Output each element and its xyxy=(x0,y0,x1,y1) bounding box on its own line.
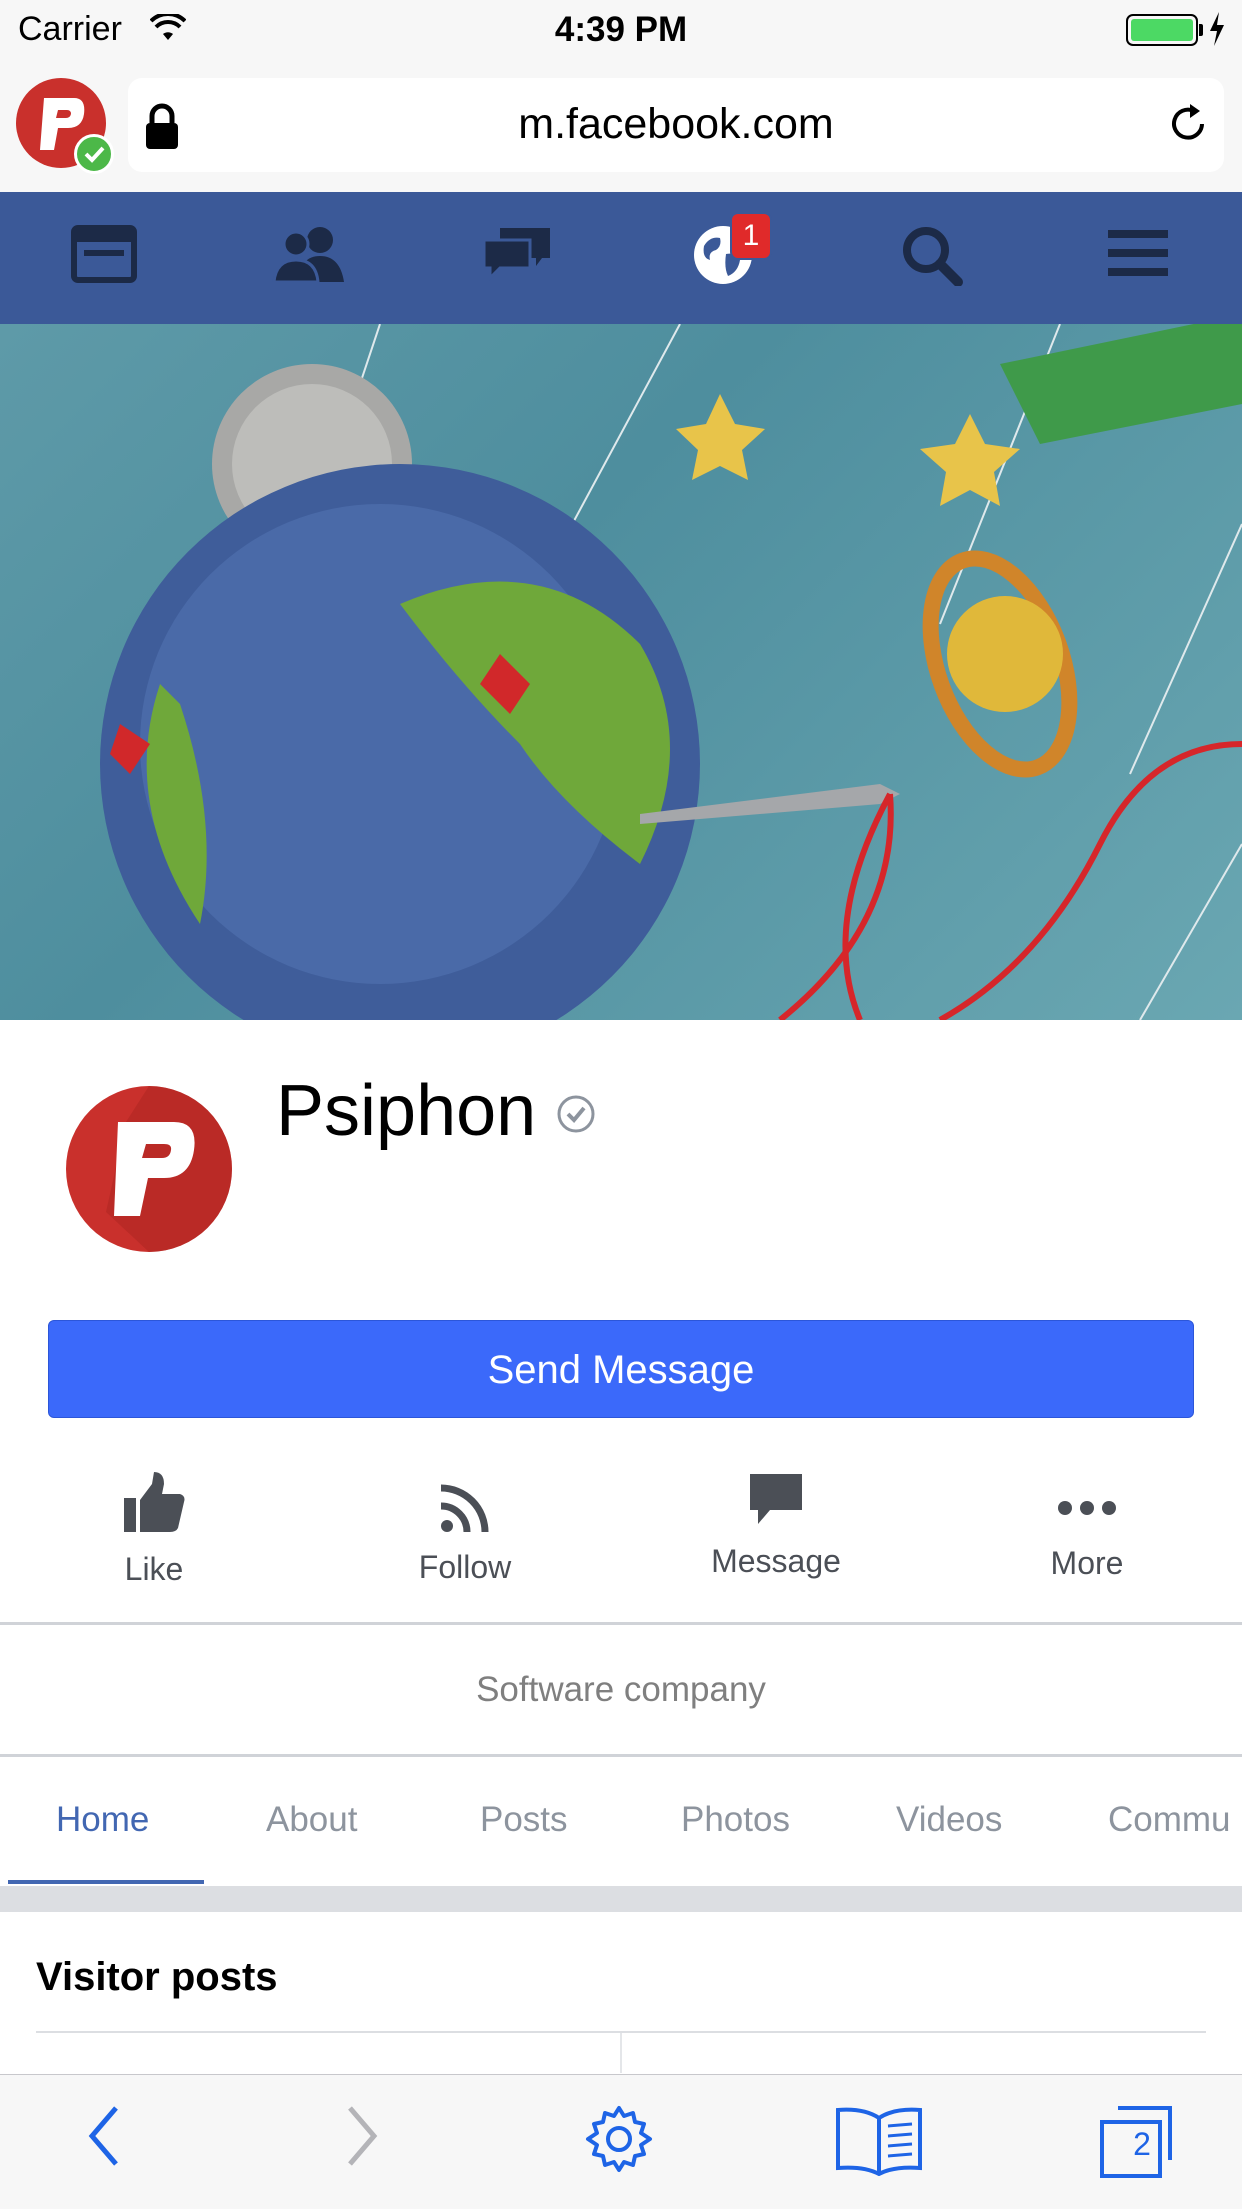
message-icon xyxy=(750,1474,802,1524)
more-label: More xyxy=(1050,1545,1124,1581)
tab-about[interactable]: About xyxy=(266,1800,357,1840)
verified-badge-icon xyxy=(556,1094,596,1139)
divider xyxy=(0,1754,1242,1757)
profile-picture[interactable] xyxy=(66,1086,232,1252)
follow-label: Follow xyxy=(418,1549,512,1585)
follow-button[interactable]: Follow xyxy=(365,1470,565,1586)
reload-icon[interactable] xyxy=(1166,102,1210,151)
url-text[interactable]: m.facebook.com xyxy=(128,100,1224,149)
tab-community[interactable]: Commu xyxy=(1108,1800,1231,1840)
menu-icon[interactable] xyxy=(1106,224,1170,287)
forward-icon[interactable] xyxy=(344,2104,380,2173)
charging-icon xyxy=(1208,12,1226,51)
follow-icon xyxy=(440,1484,489,1533)
visitor-posts-heading: Visitor posts xyxy=(36,1955,278,1999)
back-icon[interactable] xyxy=(86,2104,122,2173)
send-message-button[interactable]: Send Message xyxy=(48,1320,1194,1418)
search-icon[interactable] xyxy=(900,224,964,291)
more-button[interactable]: More xyxy=(987,1470,1187,1582)
tab-photos[interactable]: Photos xyxy=(681,1800,790,1840)
divider xyxy=(620,2033,622,2073)
page-name: Psiphon xyxy=(276,1071,537,1151)
tab-videos[interactable]: Videos xyxy=(896,1800,1002,1840)
messages-icon[interactable] xyxy=(480,224,554,289)
active-tab-indicator xyxy=(8,1880,204,1884)
message-label: Message xyxy=(711,1543,841,1579)
notification-badge: 1 xyxy=(730,212,772,260)
like-label: Like xyxy=(124,1551,184,1587)
divider xyxy=(0,1622,1242,1625)
tabs-count: 2 xyxy=(1133,2126,1151,2162)
bookmarks-icon[interactable] xyxy=(834,2104,924,2181)
tab-home[interactable]: Home xyxy=(56,1800,149,1840)
battery-cap xyxy=(1199,24,1203,36)
news-feed-icon[interactable] xyxy=(70,224,138,289)
page-category: Software company xyxy=(476,1670,766,1709)
like-button[interactable]: Like xyxy=(54,1470,254,1588)
like-icon xyxy=(124,1472,185,1532)
battery-icon xyxy=(1126,14,1198,46)
tab-posts[interactable]: Posts xyxy=(480,1800,568,1840)
facebook-nav-bar xyxy=(0,192,1242,324)
connected-check-icon xyxy=(74,134,114,174)
settings-gear-icon[interactable] xyxy=(584,2104,654,2179)
clock: 4:39 PM xyxy=(554,10,688,49)
more-icon xyxy=(1058,1501,1116,1515)
friends-icon[interactable] xyxy=(272,224,348,289)
message-button[interactable]: Message xyxy=(676,1470,876,1580)
section-separator xyxy=(0,1886,1242,1912)
cover-photo[interactable] xyxy=(0,324,1242,1020)
